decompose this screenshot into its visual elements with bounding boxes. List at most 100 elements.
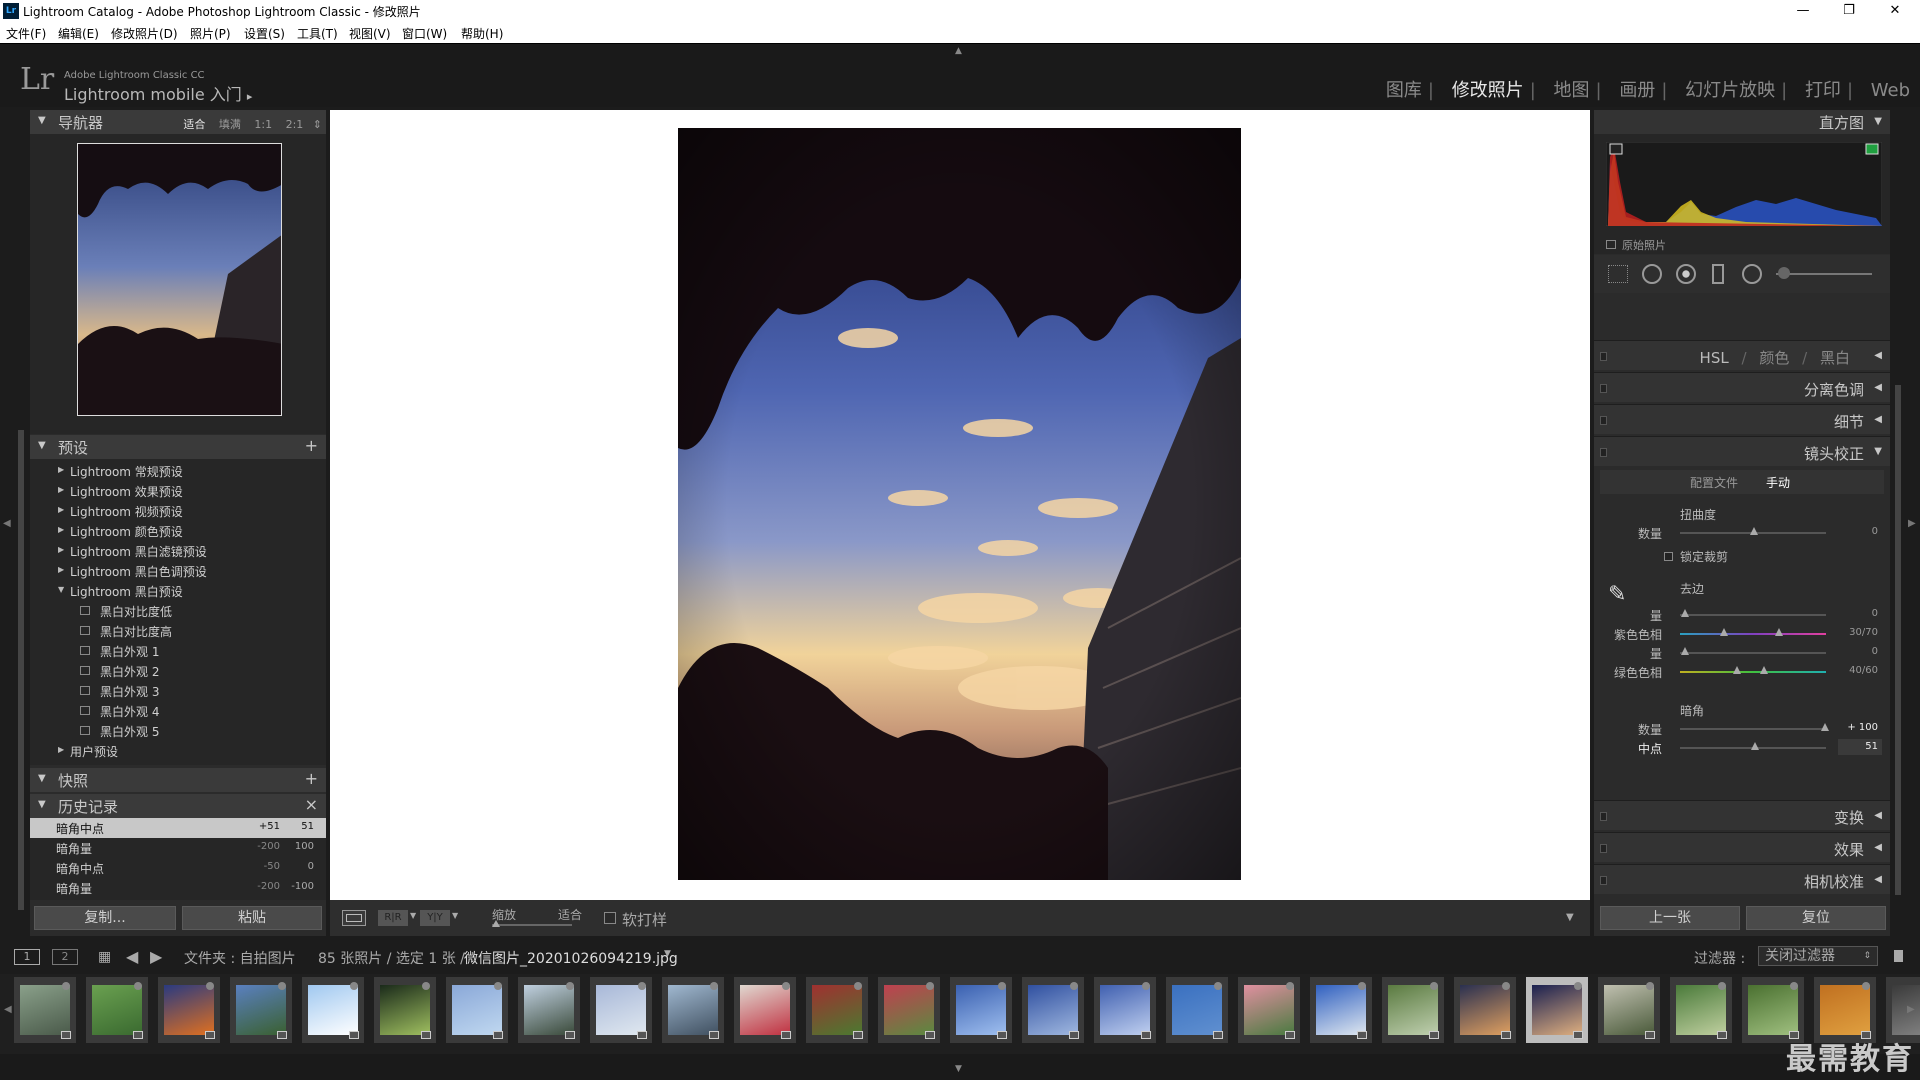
nav-zoom-stepper-icon[interactable]: ⇕ (313, 118, 322, 131)
menu-tools[interactable]: 工具(T) (297, 25, 338, 42)
add-snapshot-button[interactable]: + (305, 769, 318, 788)
filmstrip-thumbnail[interactable] (662, 977, 724, 1043)
before-after-tb-button[interactable]: Y|Y (420, 910, 450, 926)
preset-folder[interactable]: ▶ Lightroom 视频预设 (30, 501, 326, 521)
calibration-header[interactable]: 相机校准 ◀ (1594, 864, 1890, 894)
nav-fit[interactable]: 适合 (183, 118, 205, 131)
transform-header[interactable]: 变换 ◀ (1594, 800, 1890, 830)
nav-2to1[interactable]: 2:1 (286, 118, 304, 131)
filmstrip-thumbnail[interactable] (230, 977, 292, 1043)
filmstrip-thumbnail[interactable] (518, 977, 580, 1043)
filmstrip-thumbnail[interactable] (1166, 977, 1228, 1043)
histogram-graph[interactable] (1606, 142, 1882, 226)
tab-profile[interactable]: 配置文件 (1690, 474, 1738, 491)
filmstrip-thumbnail[interactable] (1598, 977, 1660, 1043)
lens-corrections-header[interactable]: 镜头校正 ▼ (1594, 436, 1890, 466)
filmstrip-thumbnail[interactable] (302, 977, 364, 1043)
filmstrip-thumbnail[interactable] (1454, 977, 1516, 1043)
filmstrip-thumbnail[interactable] (158, 977, 220, 1043)
histogram-header[interactable]: 直方图 ▼ (1594, 110, 1890, 134)
right-panel-toggle-icon[interactable]: ▶ (1908, 518, 1916, 529)
collapse-bottom-icon[interactable]: ▼ (955, 1064, 962, 1074)
history-item[interactable]: 暗角量 -200 -100 (30, 878, 326, 898)
restore-button[interactable]: ❐ (1826, 0, 1872, 22)
filmstrip-thumbnail[interactable] (950, 977, 1012, 1043)
filmstrip-thumbnail[interactable] (1310, 977, 1372, 1043)
loupe-view-button[interactable] (342, 910, 366, 926)
brand-line2[interactable]: Lightroom mobile 入门 ▸ (64, 81, 252, 105)
filmstrip-thumbnail[interactable] (734, 977, 796, 1043)
main-photo[interactable] (678, 128, 1241, 880)
module-map[interactable]: 地图 (1554, 80, 1590, 101)
close-button[interactable]: ✕ (1872, 0, 1918, 22)
preset-folder[interactable]: ▶ 用户预设 (30, 741, 326, 761)
right-scrollbar[interactable] (1895, 385, 1901, 895)
hsl-panel-header[interactable]: HSL / 颜色 / 黑白 ◀ (1594, 340, 1890, 370)
nav-fill[interactable]: 填满 (219, 118, 241, 131)
show-original-checkbox[interactable] (1606, 240, 1616, 249)
preset-folder[interactable]: ▶ Lightroom 颜色预设 (30, 521, 326, 541)
module-develop[interactable]: 修改照片 (1452, 80, 1524, 101)
history-header[interactable]: ▼ 历史记录 × (30, 794, 326, 818)
preset-folder[interactable]: ▶ Lightroom 黑白滤镜预设 (30, 541, 326, 561)
history-item[interactable]: 暗角中点 +51 51 (30, 818, 326, 838)
toolbar-menu-icon[interactable]: ▼ (1566, 912, 1574, 923)
hsl-tab[interactable]: HSL (1700, 349, 1729, 367)
preset-folder[interactable]: ▶ Lightroom 效果预设 (30, 481, 326, 501)
menu-develop[interactable]: 修改照片(D) (111, 25, 178, 42)
reset-button[interactable]: 复位 (1746, 906, 1886, 930)
clear-history-button[interactable]: × (305, 795, 318, 814)
filmstrip-thumbnail[interactable] (1526, 977, 1588, 1043)
distortion-amount-slider[interactable]: 数量 0 (1594, 524, 1890, 542)
filmstrip-thumbnail[interactable] (1382, 977, 1444, 1043)
filmstrip-thumbnail[interactable] (878, 977, 940, 1043)
navigator-header[interactable]: ▼ 导航器 适合 填满 1:1 2:1 ⇕ (30, 110, 326, 134)
add-preset-button[interactable]: + (305, 436, 318, 455)
filename-dropdown-icon[interactable]: ▼ (664, 949, 671, 959)
dropdown-icon[interactable]: ▼ (452, 911, 458, 920)
preset-item[interactable]: 黑白对比度低 (30, 601, 326, 621)
forward-arrow-icon[interactable]: ▶ (150, 947, 162, 966)
filmstrip-thumbnail[interactable] (446, 977, 508, 1043)
spot-removal-icon[interactable] (1642, 264, 1662, 284)
green-hue-slider[interactable]: 绿色色相 40/60 (1594, 663, 1890, 681)
preset-item[interactable]: 黑白外观 4 (30, 701, 326, 721)
dropdown-icon[interactable]: ▼ (410, 911, 416, 920)
preset-item[interactable]: 黑白外观 5 (30, 721, 326, 741)
module-print[interactable]: 打印 (1805, 80, 1841, 101)
crop-tool-icon[interactable] (1608, 265, 1628, 283)
snapshots-header[interactable]: ▼ 快照 + (30, 768, 326, 792)
filmstrip-thumbnail[interactable] (590, 977, 652, 1043)
back-arrow-icon[interactable]: ◀ (126, 947, 138, 966)
color-tab[interactable]: 颜色 (1759, 349, 1789, 367)
filmstrip-thumbnail[interactable] (1094, 977, 1156, 1043)
preset-folder-open[interactable]: ▼ Lightroom 黑白预设 (30, 581, 326, 601)
nav-1to1[interactable]: 1:1 (254, 118, 272, 131)
preset-folder[interactable]: ▶ Lightroom 常规预设 (30, 461, 326, 481)
brush-icon[interactable] (1778, 267, 1790, 279)
before-after-lr-button[interactable]: R|R (378, 910, 408, 926)
module-slideshow[interactable]: 幻灯片放映 (1685, 80, 1775, 101)
presets-header[interactable]: ▼ 预设 + (30, 435, 326, 459)
menu-help[interactable]: 帮助(H) (461, 25, 503, 42)
split-toning-header[interactable]: 分离色调 ◀ (1594, 372, 1890, 402)
preset-item[interactable]: 黑白对比度高 (30, 621, 326, 641)
preset-item[interactable]: 黑白外观 3 (30, 681, 326, 701)
second-window-button[interactable]: 2 (52, 949, 78, 965)
collapse-top-icon[interactable]: ▲ (955, 46, 962, 56)
menu-view[interactable]: 视图(V) (349, 25, 391, 42)
brush-slider[interactable] (1776, 273, 1872, 275)
filmstrip-thumbnail[interactable] (1670, 977, 1732, 1043)
filmstrip-thumbnail[interactable] (1022, 977, 1084, 1043)
preset-item[interactable]: 黑白外观 1 (30, 641, 326, 661)
source-folder[interactable]: 文件夹 : 自拍图片 (184, 948, 296, 968)
history-item[interactable]: 暗角量 -200 100 (30, 838, 326, 858)
menu-photo[interactable]: 照片(P) (190, 25, 231, 42)
redeye-icon[interactable] (1676, 264, 1696, 284)
purple-amount-slider[interactable]: 量0 (1594, 606, 1890, 624)
preset-folder[interactable]: ▶ Lightroom 黑白色调预设 (30, 561, 326, 581)
module-book[interactable]: 画册 (1619, 80, 1655, 101)
filter-select[interactable]: 关闭过滤器 ⇕ (1758, 946, 1878, 966)
filmstrip-thumbnail[interactable] (1238, 977, 1300, 1043)
grid-view-icon[interactable]: ▦ (98, 949, 111, 965)
